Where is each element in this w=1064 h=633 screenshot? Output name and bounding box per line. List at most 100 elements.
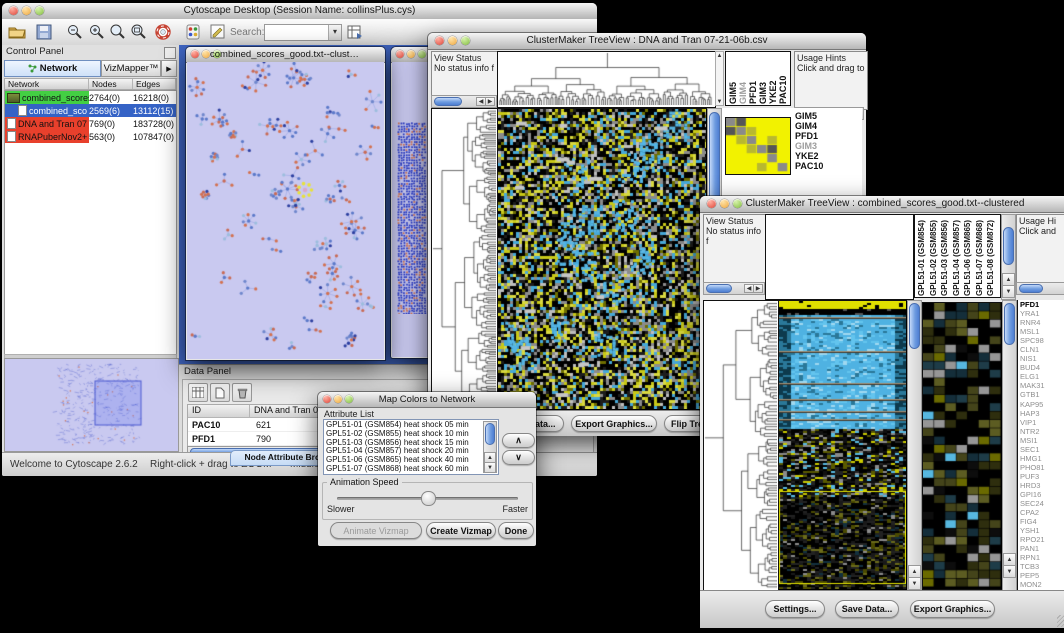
close-button[interactable] [707,199,716,208]
tv2-gene-label[interactable]: SPC98 [1020,336,1064,345]
save-data-button[interactable]: Save Data... [835,600,899,618]
tv2-row-dendrogram[interactable] [704,301,777,589]
tv2-gene-label[interactable]: RNR4 [1020,318,1064,327]
tv1-column-label[interactable]: GIM5 [728,53,738,104]
tv2-column-label[interactable]: GPL51-08 (GSM872) [986,216,998,296]
scroll-right-arrow[interactable]: ▶ [753,284,763,293]
tv1-column-label[interactable]: PFD1 [748,53,758,104]
close-button[interactable] [9,6,18,15]
search-input[interactable]: ▾ [264,24,342,41]
minimize-button[interactable] [407,50,415,58]
tv2-gene-label[interactable]: NIS1 [1020,354,1064,363]
animate-vizmap-button[interactable]: Animate Vizmap [330,522,422,539]
tv2-gene-label[interactable]: PAN1 [1020,544,1064,553]
dense-network-cluster[interactable] [397,122,427,314]
tv1-gene-label[interactable]: GIM3 [795,141,861,151]
tv2-heatmap[interactable] [779,301,906,589]
tv2-gene-label[interactable]: GTB1 [1020,390,1064,399]
tab-vizmapper[interactable]: VizMapper™ [101,60,161,77]
tv1-mini-scroll-strip[interactable]: ▲ ▼ [715,51,724,106]
tv2-gene-label[interactable]: YRA1 [1020,309,1064,318]
tv2-gene-label[interactable]: HAP3 [1020,409,1064,418]
tv2-gene-label[interactable]: HRD3 [1020,481,1064,490]
tv2-rightscrollbar[interactable]: ▲ ▼ [1002,300,1017,592]
tv1-row-dendrogram-panel[interactable] [431,108,499,412]
tv2-row-dendrogram-panel[interactable] [703,300,780,592]
tv2-column-label[interactable]: GPL51-01 (GSM854) [917,216,929,296]
tv2-gene-label[interactable]: YSH1 [1020,526,1064,535]
map-dialog-titlebar[interactable]: Map Colors to Network [318,392,536,408]
tv1-status-scrollbar[interactable]: ◀ ▶ [431,95,497,108]
scroll-down-arrow[interactable]: ▼ [908,577,921,590]
tv2-gene-label[interactable]: RPO21 [1020,535,1064,544]
tv2-collabel-scroll-thumb[interactable] [1003,227,1014,265]
tv1-status-scroll-thumb[interactable] [434,97,462,106]
tv1-gene-label[interactable]: YKE2 [795,151,861,161]
tv2-gene-label[interactable]: TCB3 [1020,562,1064,571]
move-up-button[interactable]: ∧ [502,433,535,448]
tv2-hints-scroll-thumb[interactable] [1019,284,1043,293]
attribute-list-scrollbar[interactable]: ▲ ▼ [483,421,497,473]
zoom-fit-icon[interactable] [130,23,148,41]
scroll-up-arrow[interactable]: ▲ [716,52,723,59]
tv2-gene-label[interactable]: RPN1 [1020,553,1064,562]
tv2-column-label[interactable]: GPL51-06 (GSM865) [963,216,975,296]
resize-grip[interactable] [1057,615,1064,627]
tv2-gene-label[interactable]: GPI16 [1020,490,1064,499]
scroll-down-arrow[interactable]: ▼ [1002,285,1015,298]
tv1-export-graphics-button[interactable]: Export Graphics... [571,415,657,432]
tv2-gene-label[interactable]: SEC1 [1020,445,1064,454]
speed-slider-thumb[interactable] [421,491,436,506]
tv1-gene-label[interactable]: GIM4 [795,121,861,131]
help-lifering-icon[interactable] [154,23,172,41]
tv2-column-label[interactable]: GPL51-04 (GSM857) [952,216,964,296]
tv2-gene-label[interactable]: SEC24 [1020,499,1064,508]
network-view-titlebar[interactable]: combined_scores_good.txt--cluste... [186,47,385,63]
tv2-gene-label[interactable]: VIP1 [1020,418,1064,427]
tv1-zoom-heatmap[interactable] [726,118,788,172]
scroll-down-arrow[interactable]: ▼ [484,462,496,473]
tv2-gene-label[interactable]: PFD1 [1020,300,1064,309]
close-button[interactable] [435,36,444,45]
tv2-column-label[interactable]: GPL51-03 (GSM856) [940,216,952,296]
create-vizmap-button[interactable]: Create Vizmap [426,522,496,539]
tv1-column-label[interactable]: YKE2 [768,53,778,104]
zoom-out-icon[interactable] [66,23,84,41]
search-dropdown-arrow[interactable]: ▾ [328,25,341,40]
tv2-gene-label[interactable]: CLN1 [1020,345,1064,354]
tv2-gene-label[interactable]: MSL1 [1020,327,1064,336]
export-graphics-button[interactable]: Export Graphics... [910,600,995,618]
column-header-network[interactable]: Network [5,79,89,89]
tv2-gene-label[interactable]: NTR2 [1020,427,1064,436]
tv1-column-label[interactable]: GIM3 [758,53,768,104]
network-overview-thumbnail[interactable] [5,359,176,449]
treeview1-titlebar[interactable]: ClusterMaker TreeView : DNA and Tran 07-… [428,33,866,50]
tv2-zoom-heatmap[interactable] [923,303,1001,587]
tv2-gene-label[interactable]: KAP95 [1020,400,1064,409]
tv1-gene-label[interactable]: GIM5 [795,111,861,121]
tv2-gene-label[interactable]: ELG1 [1020,372,1064,381]
tv2-gene-label[interactable]: HMG1 [1020,454,1064,463]
scroll-down-arrow[interactable]: ▼ [716,98,723,105]
tv1-column-label[interactable]: GIM4 [738,53,748,104]
network-table-row[interactable]: DNA and Tran 07 769(0) 183728(0) [5,117,176,130]
tv2-status-scrollbar[interactable]: ◀ ▶ [703,282,765,295]
settings-button[interactable]: Settings... [765,600,825,618]
tv1-zoom-heatmap-panel[interactable] [725,117,791,175]
tv2-gene-label[interactable]: FIG4 [1020,517,1064,526]
tv2-vscroll-thumb[interactable] [909,303,920,349]
attribute-list-item[interactable]: GPL51-07 (GSM868) heat shock 60 min [326,465,484,474]
tv1-heatmap-panel[interactable] [497,108,709,412]
close-button[interactable] [323,395,331,403]
import-table-icon[interactable] [346,23,364,41]
treeview2-titlebar[interactable]: ClusterMaker TreeView : combined_scores_… [700,196,1064,213]
zoom-in-icon[interactable] [88,23,106,41]
tv2-column-dendrogram-panel[interactable] [765,214,914,300]
network-graph[interactable] [187,62,384,358]
tv2-rightscroll-thumb[interactable] [1004,303,1015,345]
tv1-column-dendrogram[interactable] [498,52,713,105]
network-table-row[interactable]: RNAPuberNov2+ 563(0) 107847(0) [5,130,176,143]
column-header-nodes[interactable]: Nodes [89,79,133,89]
column-header-edges[interactable]: Edges [133,79,176,89]
zoom-window-button[interactable] [418,50,426,58]
